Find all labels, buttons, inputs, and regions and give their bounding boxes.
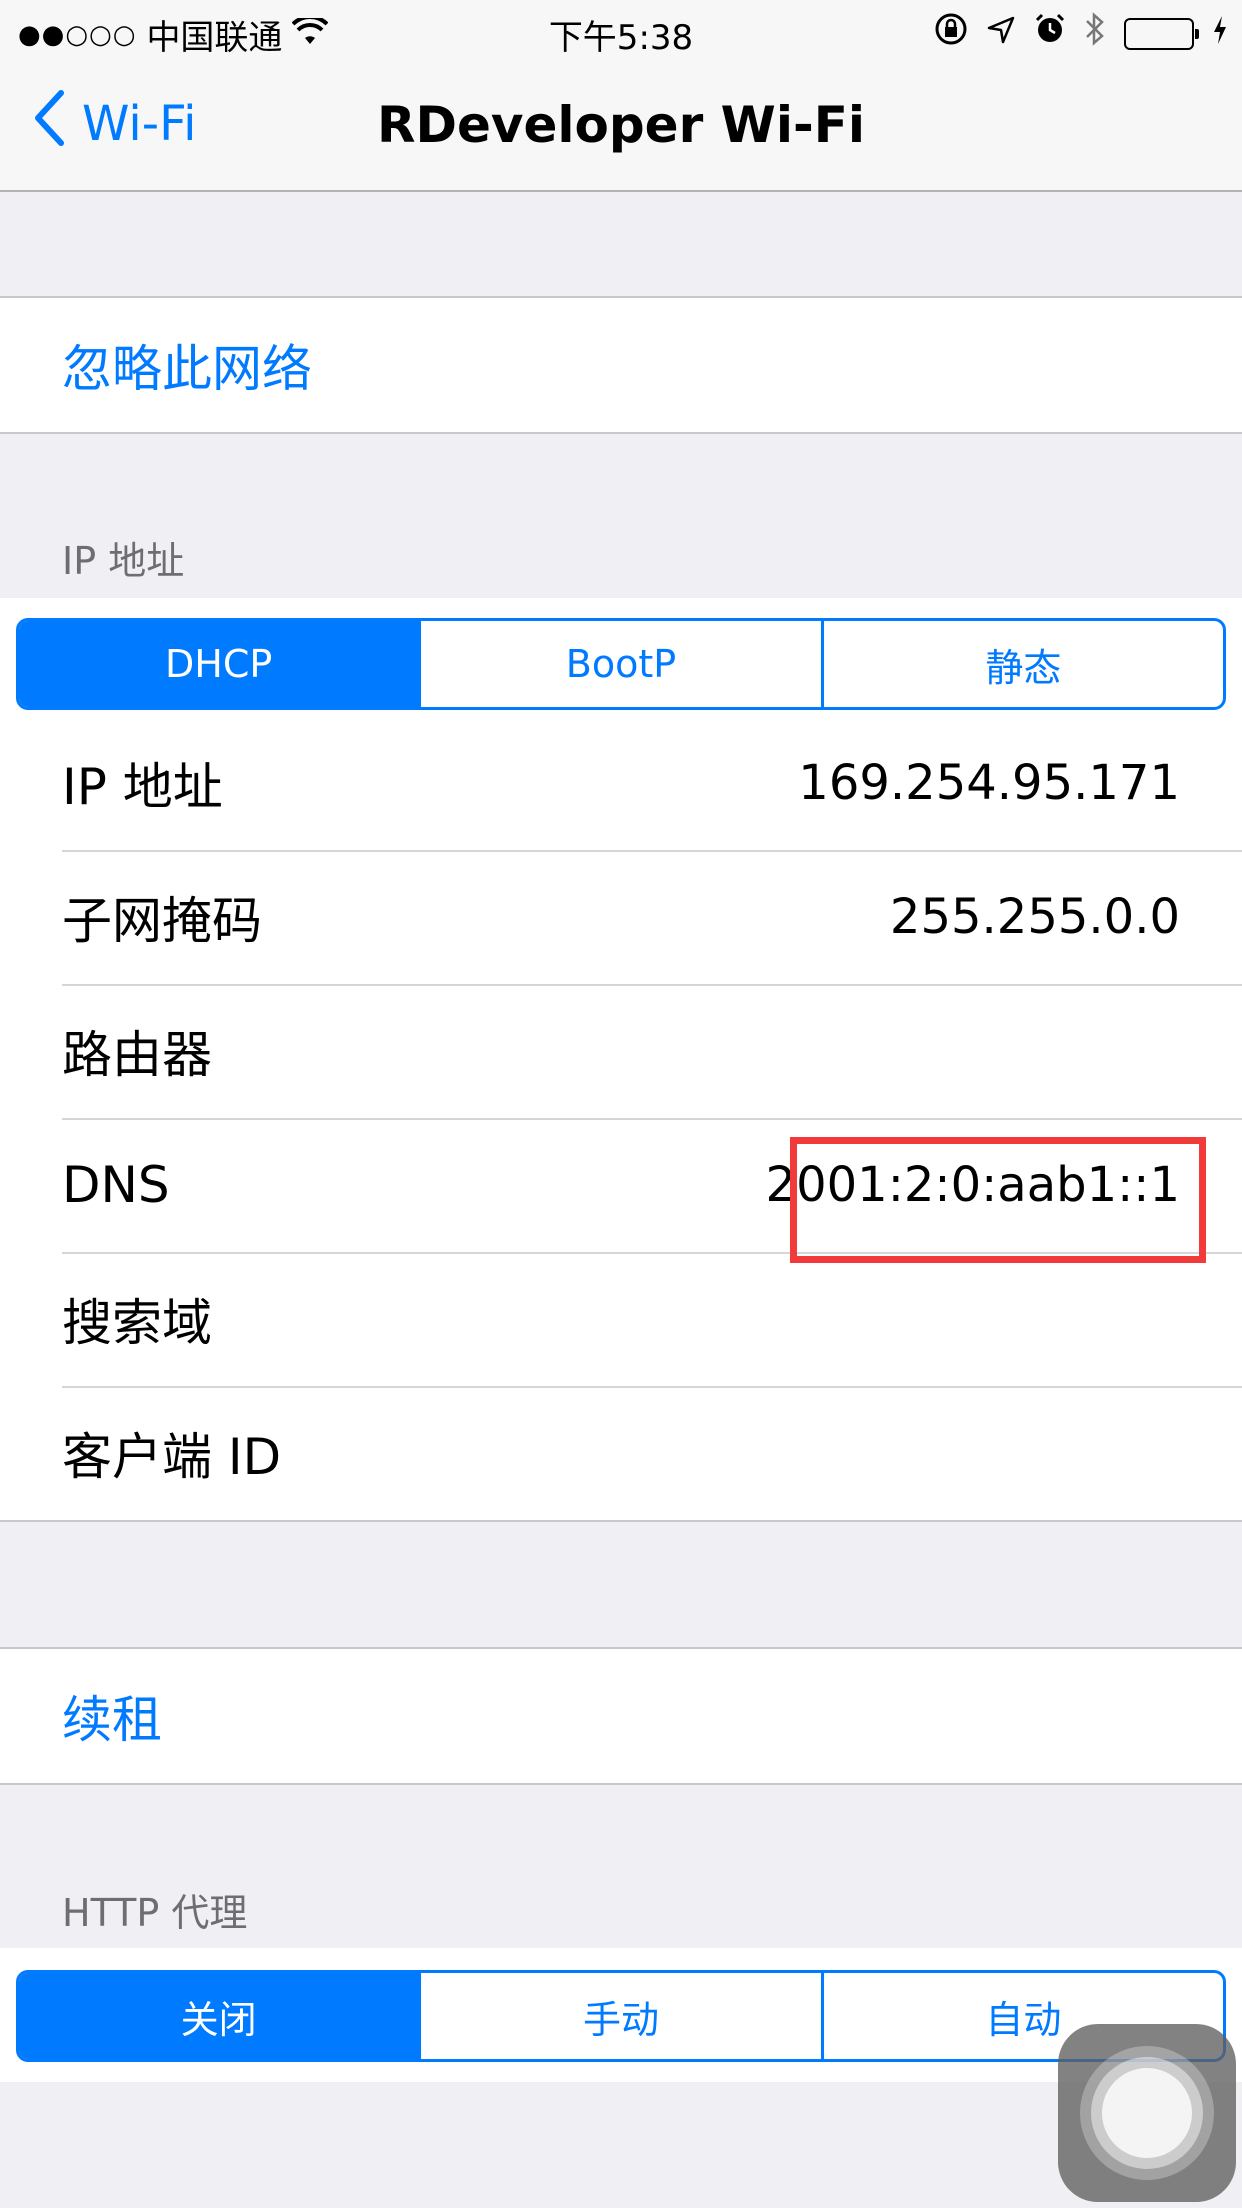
ip-mode-static[interactable]: 静态 xyxy=(820,621,1223,707)
ip-mode-container: DHCP BootP 静态 xyxy=(0,598,1242,718)
ip-section-header: IP 地址 xyxy=(62,539,185,583)
http-proxy-section-header: HTTP 代理 xyxy=(62,1891,248,1935)
page-title: RDeveloper Wi-Fi xyxy=(376,96,865,154)
alarm-icon xyxy=(1034,13,1066,54)
dns-highlight-box xyxy=(790,1137,1206,1263)
assistive-touch-button[interactable] xyxy=(1058,2024,1236,2202)
search-domain-label: 搜索域 xyxy=(62,1294,212,1352)
http-proxy-container: 关闭 手动 自动 xyxy=(0,1948,1242,2082)
status-bar: ●●○○○ 中国联通 下午5:38 xyxy=(0,0,1242,60)
forget-network-label: 忽略此网络 xyxy=(62,340,312,398)
ip-mode-segmented-control: DHCP BootP 静态 xyxy=(16,618,1226,710)
router-row: 路由器 xyxy=(0,984,1242,1118)
http-proxy-segmented-control: 关闭 手动 自动 xyxy=(16,1970,1226,2062)
navigation-bar: Wi-Fi RDeveloper Wi-Fi xyxy=(0,60,1242,192)
battery-icon xyxy=(1124,17,1199,50)
proxy-mode-off[interactable]: 关闭 xyxy=(19,1973,419,2059)
ip-address-label: IP 地址 xyxy=(62,758,223,816)
ip-mode-dhcp[interactable]: DHCP xyxy=(19,621,419,707)
charging-icon xyxy=(1212,14,1228,54)
assistive-touch-inner-circle xyxy=(1102,2068,1192,2158)
ip-details-group: IP 地址 169.254.95.171 子网掩码 255.255.0.0 路由… xyxy=(0,716,1242,1522)
renew-lease-label: 续租 xyxy=(62,1691,162,1749)
forget-network-group: 忽略此网络 xyxy=(0,296,1242,434)
subnet-mask-row: 子网掩码 255.255.0.0 xyxy=(0,850,1242,984)
renew-lease-button[interactable]: 续租 xyxy=(0,1649,1242,1783)
ip-address-value: 169.254.95.171 xyxy=(798,755,1180,811)
bluetooth-icon xyxy=(1084,12,1106,55)
dns-label: DNS xyxy=(62,1156,170,1214)
proxy-mode-manual[interactable]: 手动 xyxy=(418,1973,820,2059)
search-domain-row: 搜索域 xyxy=(0,1252,1242,1386)
renew-lease-group: 续租 xyxy=(0,1647,1242,1785)
rotation-lock-icon xyxy=(934,12,968,55)
location-icon xyxy=(986,14,1016,54)
subnet-mask-label: 子网掩码 xyxy=(62,892,262,950)
status-right xyxy=(934,12,1228,55)
ip-address-row: IP 地址 169.254.95.171 xyxy=(0,716,1242,850)
client-id-row: 客户端 ID xyxy=(0,1386,1242,1520)
forget-network-button[interactable]: 忽略此网络 xyxy=(0,298,1242,432)
router-label: 路由器 xyxy=(62,1026,212,1084)
subnet-mask-value: 255.255.0.0 xyxy=(889,889,1180,945)
ip-mode-bootp[interactable]: BootP xyxy=(418,621,820,707)
client-id-label: 客户端 ID xyxy=(62,1428,282,1486)
